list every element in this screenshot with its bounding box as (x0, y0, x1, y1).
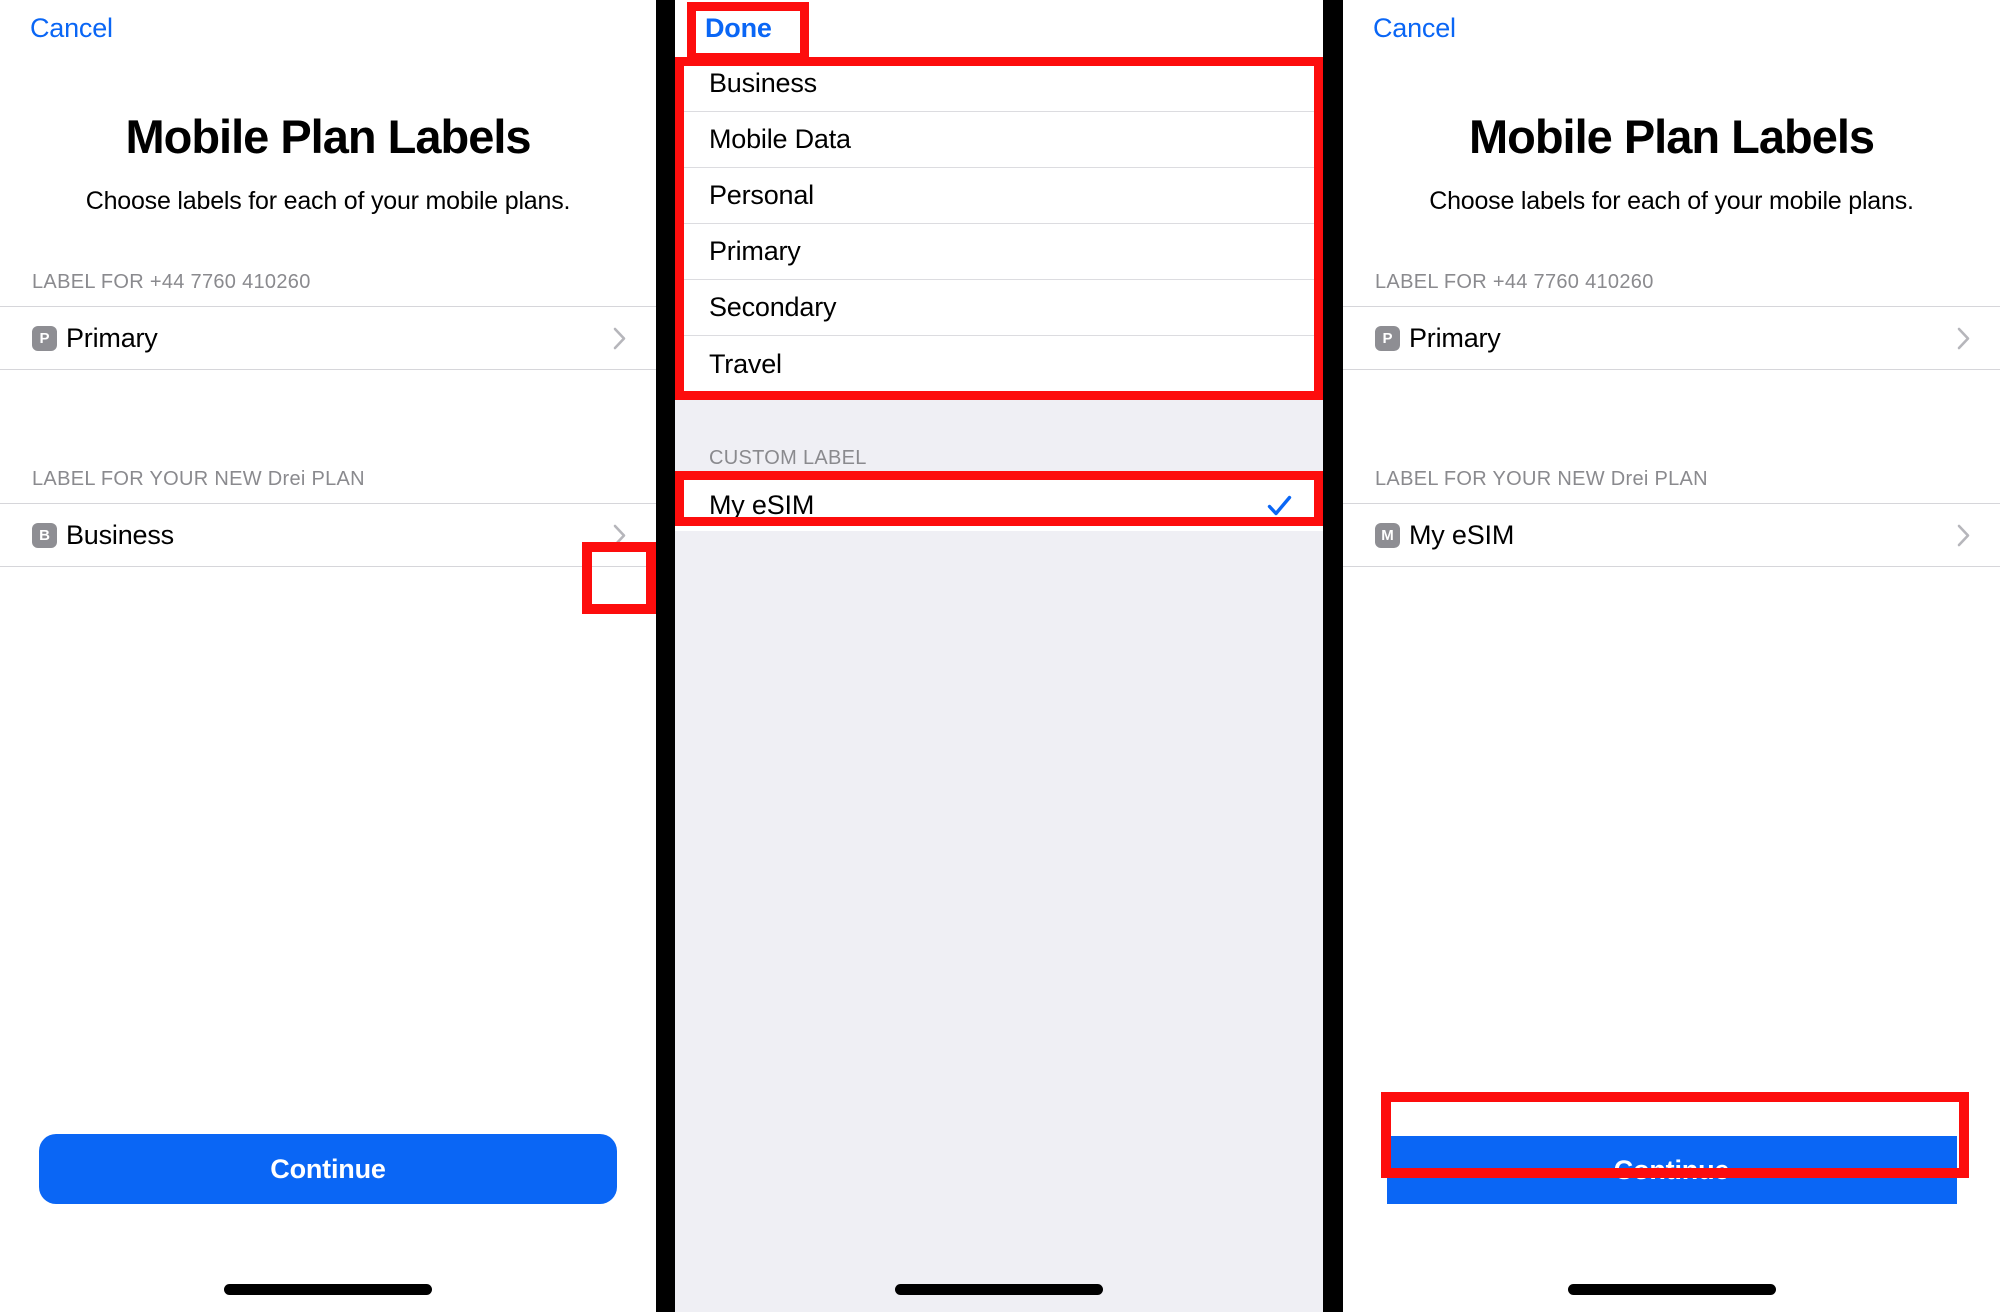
label-options-list: Business Mobile Data Personal Primary Se… (675, 56, 1323, 392)
home-indicator (1567, 1284, 1776, 1295)
cancel-button[interactable]: Cancel (30, 14, 113, 42)
list-block-sim2: B Business (0, 503, 656, 568)
chevron-right-icon[interactable] (1957, 327, 1970, 350)
list-item-label: My eSIM (1409, 519, 1515, 550)
cancel-button[interactable]: Cancel (1373, 14, 1456, 42)
option-item-secondary[interactable]: Secondary (675, 280, 1323, 336)
panel-divider (656, 0, 675, 1312)
list-block-sim1: P Primary (0, 306, 656, 371)
section-header-sim1: LABEL FOR +44 7760 410260 (32, 271, 311, 294)
option-item-my-esim[interactable]: My eSIM (675, 479, 1323, 531)
list-item-primary[interactable]: P Primary (1343, 307, 2000, 370)
section-header-sim1: LABEL FOR +44 7760 410260 (1375, 271, 1654, 294)
panel-initial: Cancel Mobile Plan Labels Choose labels … (0, 0, 656, 1312)
home-indicator (224, 1284, 432, 1295)
page-subtitle: Choose labels for each of your mobile pl… (85, 187, 571, 216)
option-item-business[interactable]: Business (675, 56, 1323, 112)
navigation-bar: Cancel (1343, 0, 2000, 56)
continue-button-container: Continue (1343, 1136, 2000, 1204)
option-label: Secondary (709, 292, 837, 322)
chevron-right-icon (613, 327, 626, 350)
list-item-business[interactable]: B Business (0, 504, 656, 567)
option-label: Travel (709, 348, 782, 379)
page-title: Mobile Plan Labels (125, 110, 531, 163)
option-label: Mobile Data (709, 124, 851, 154)
navigation-bar: Done (675, 0, 1323, 56)
panel-divider (1323, 0, 1343, 1312)
page-title: Mobile Plan Labels (1468, 110, 1875, 163)
option-label: Primary (709, 236, 801, 266)
checkmark-icon (1267, 495, 1292, 515)
option-item-mobile-data[interactable]: Mobile Data (675, 112, 1323, 168)
page-subtitle: Choose labels for each of your mobile pl… (1429, 187, 1914, 216)
screenshot-stage: Cancel Mobile Plan Labels Choose labels … (0, 0, 2000, 1312)
navigation-bar: Cancel (0, 0, 656, 56)
plan-badge-icon: B (32, 522, 57, 548)
plan-badge-icon: P (32, 325, 57, 351)
option-item-primary[interactable]: Primary (675, 224, 1323, 280)
section-header-sim2: LABEL FOR YOUR NEW Drei PLAN (1375, 468, 1708, 491)
panel-result: Cancel Mobile Plan Labels Choose labels … (1343, 0, 2000, 1312)
chevron-right-icon[interactable] (613, 524, 626, 547)
section-header-sim2: LABEL FOR YOUR NEW Drei PLAN (32, 468, 365, 491)
list-block-sim1: P Primary (1343, 306, 2000, 371)
plan-badge-icon: M (1375, 522, 1400, 548)
chevron-right-icon[interactable] (1957, 524, 1970, 547)
list-item-label: Business (66, 519, 174, 550)
plan-badge-icon: P (1375, 325, 1400, 351)
option-item-travel[interactable]: Travel (675, 336, 1323, 392)
list-item-label: Primary (66, 322, 158, 353)
continue-button[interactable]: Continue (39, 1134, 617, 1204)
list-item-label: Primary (1409, 322, 1501, 353)
list-item-primary[interactable]: P Primary (0, 307, 656, 370)
option-label: My eSIM (709, 489, 815, 520)
home-indicator (895, 1284, 1103, 1295)
option-label: Personal (709, 180, 814, 210)
list-item-my-esim[interactable]: M My eSIM (1343, 504, 2000, 567)
panel-label-picker: Done Business Mobile Data Personal Prima… (675, 0, 1323, 1312)
continue-button-container: Continue (0, 1134, 656, 1204)
option-item-personal[interactable]: Personal (675, 168, 1323, 224)
section-header-custom-label: CUSTOM LABEL (709, 447, 867, 469)
continue-button[interactable]: Continue (1386, 1136, 1957, 1204)
option-label: Business (709, 68, 817, 98)
list-block-sim2: M My eSIM (1343, 503, 2000, 568)
done-button[interactable]: Done (705, 14, 772, 42)
